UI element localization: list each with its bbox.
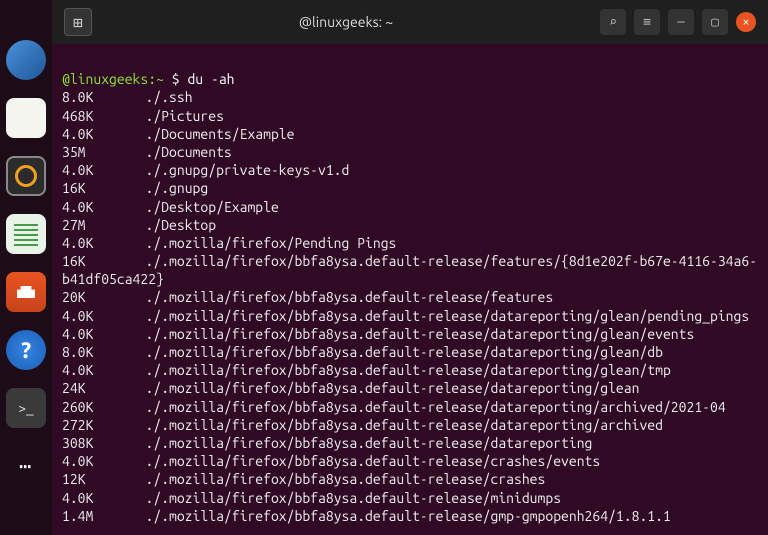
close-button[interactable]: × xyxy=(736,12,756,32)
du-line: 4.0K ./.mozilla/firefox/bbfa8ysa.default… xyxy=(62,307,758,325)
dock-firefox[interactable] xyxy=(6,40,46,80)
dock-files[interactable] xyxy=(6,98,46,138)
dock-rhythmbox[interactable] xyxy=(6,156,46,196)
du-line: 20K ./.mozilla/firefox/bbfa8ysa.default-… xyxy=(62,288,758,306)
du-line: 4.0K ./.mozilla/firefox/Pending Pings xyxy=(62,234,758,252)
prompt-path: :~ xyxy=(148,71,164,87)
du-line: 4.0K ./.mozilla/firefox/bbfa8ysa.default… xyxy=(62,489,758,507)
menu-button[interactable]: ≡ xyxy=(634,9,660,35)
command-text: du -ah xyxy=(187,71,234,87)
du-line: 27M ./Desktop xyxy=(62,216,758,234)
dock-show-apps[interactable]: ⋯ xyxy=(6,446,46,486)
du-line: 4.0K ./Documents/Example xyxy=(62,125,758,143)
minimize-button[interactable]: — xyxy=(668,9,694,35)
dock: ? >_ ⋯ xyxy=(0,0,52,535)
du-line: 260K ./.mozilla/firefox/bbfa8ysa.default… xyxy=(62,398,758,416)
du-line: 1.4M ./.mozilla/firefox/bbfa8ysa.default… xyxy=(62,507,758,525)
du-line: 8.0K ./.ssh xyxy=(62,88,758,106)
dock-terminal[interactable]: >_ xyxy=(6,388,46,428)
du-line: 308K ./.mozilla/firefox/bbfa8ysa.default… xyxy=(62,434,758,452)
dock-help[interactable]: ? xyxy=(6,330,46,370)
du-line: 4.0K ./.mozilla/firefox/bbfa8ysa.default… xyxy=(62,452,758,470)
du-line: 4.0K ./.mozilla/firefox/bbfa8ysa.default… xyxy=(62,361,758,379)
du-line: 16K ./.mozilla/firefox/bbfa8ysa.default-… xyxy=(62,252,758,288)
du-line: 468K ./Pictures xyxy=(62,107,758,125)
maximize-button[interactable]: ▢ xyxy=(702,9,728,35)
du-line: 8.0K ./.mozilla/firefox/bbfa8ysa.default… xyxy=(62,343,758,361)
du-line: 4.0K ./.gnupg/private-keys-v1.d xyxy=(62,161,758,179)
du-line: 12K ./.mozilla/firefox/bbfa8ysa.default-… xyxy=(62,470,758,488)
du-line: 4.0K ./.mozilla/firefox/bbfa8ysa.default… xyxy=(62,325,758,343)
prompt-symbol xyxy=(164,71,172,87)
du-line: 272K ./.mozilla/firefox/bbfa8ysa.default… xyxy=(62,416,758,434)
du-line: 35M ./Documents xyxy=(62,143,758,161)
window-titlebar: ⊞ @linuxgeeks: ~ ⌕ ≡ — ▢ × xyxy=(52,0,768,44)
du-output: 8.0K ./.ssh468K ./Pictures4.0K ./Documen… xyxy=(62,88,758,525)
window-title: @linuxgeeks: ~ xyxy=(104,14,588,30)
du-line: 24K ./.mozilla/firefox/bbfa8ysa.default-… xyxy=(62,379,758,397)
du-line: 16K ./.gnupg xyxy=(62,179,758,197)
prompt-dollar: $ xyxy=(172,71,180,87)
search-button[interactable]: ⌕ xyxy=(600,9,626,35)
prompt-user: @linuxgeeks xyxy=(62,71,148,87)
dock-libreoffice[interactable] xyxy=(6,214,46,254)
terminal-output[interactable]: @linuxgeeks:~ $ du -ah 8.0K ./.ssh468K .… xyxy=(52,44,768,535)
window-controls: ⌕ ≡ — ▢ × xyxy=(600,9,756,35)
du-line: 4.0K ./Desktop/Example xyxy=(62,198,758,216)
dock-software[interactable] xyxy=(6,272,46,312)
new-tab-button[interactable]: ⊞ xyxy=(64,8,92,36)
